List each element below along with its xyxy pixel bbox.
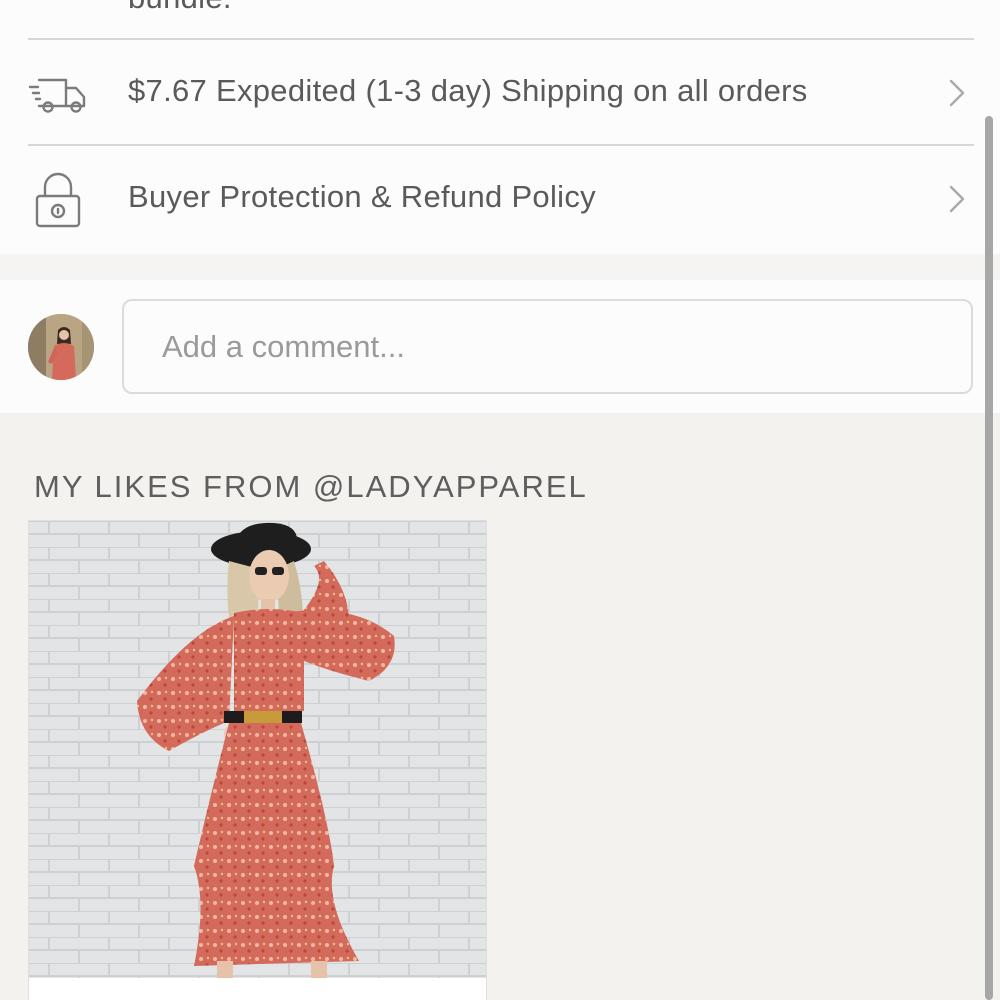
- likes-section-title: MY LIKES FROM @LADYAPPAREL: [34, 469, 588, 504]
- buyer-protection-label: Buyer Protection & Refund Policy: [128, 179, 596, 214]
- chevron-right-icon: [949, 185, 965, 213]
- buyer-protection-row[interactable]: Buyer Protection & Refund Policy: [0, 146, 1000, 250]
- scrollbar[interactable]: [985, 116, 993, 1000]
- avatar[interactable]: [28, 314, 94, 380]
- listing-info-section: bundle. $7.67 Expedited (1-3 day) Shippi…: [0, 0, 1000, 254]
- comment-input[interactable]: [122, 299, 973, 394]
- shipping-info-row[interactable]: $7.67 Expedited (1-3 day) Shipping on al…: [0, 40, 1000, 144]
- comment-section: [0, 280, 1000, 413]
- bundle-text-partial: bundle.: [128, 0, 232, 16]
- shipping-info-label: $7.67 Expedited (1-3 day) Shipping on al…: [128, 73, 808, 108]
- avatar-photo: [28, 314, 94, 380]
- my-likes-section: MY LIKES FROM @LADYAPPAREL: [0, 413, 1000, 1000]
- liked-item-card[interactable]: [28, 520, 487, 1000]
- chevron-right-icon: [949, 79, 965, 107]
- lock-icon: [35, 172, 81, 228]
- section-separator: [0, 254, 1000, 280]
- truck-icon: [28, 78, 86, 113]
- floral-midi-dress-photo: [29, 521, 486, 978]
